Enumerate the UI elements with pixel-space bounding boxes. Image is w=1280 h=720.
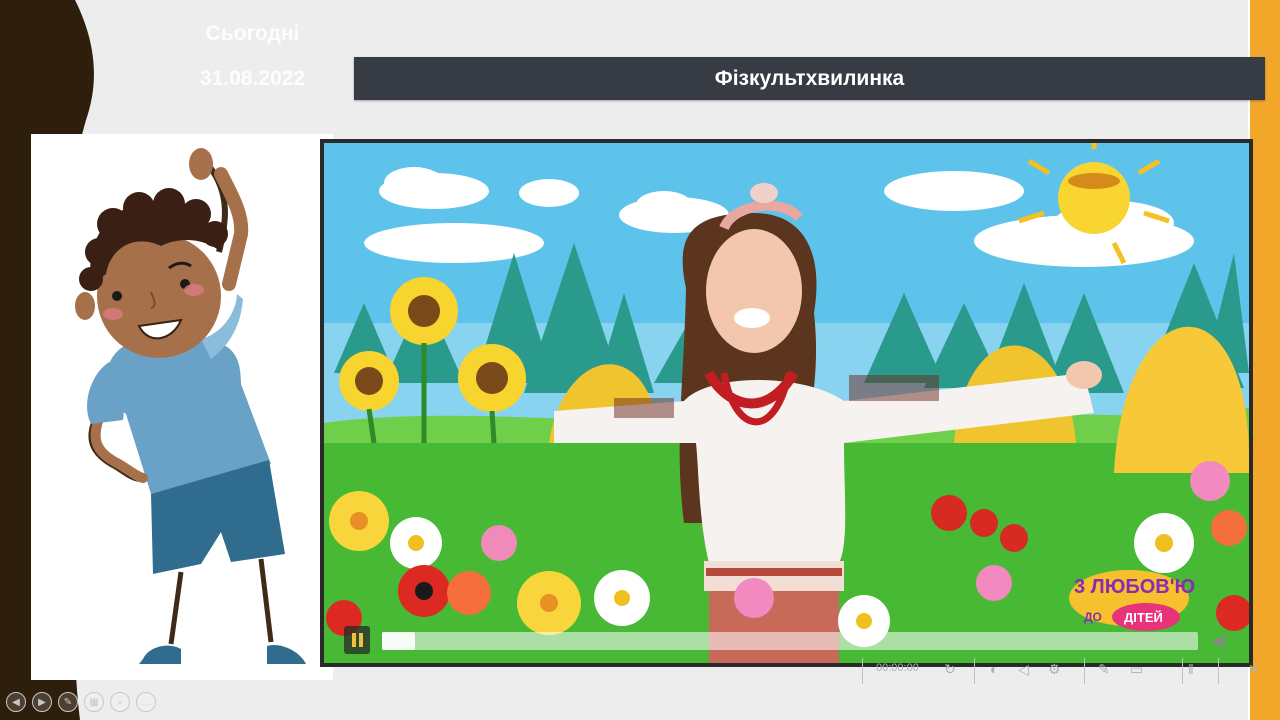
- more-icon[interactable]: …: [136, 692, 156, 712]
- video-player[interactable]: 3 ЛЮБОВ'Ю ДО ДІТЕЙ: [320, 139, 1253, 667]
- logo-text-bottom: ДІТЕЙ: [1124, 610, 1163, 625]
- close-icon[interactable]: ✕: [1248, 661, 1260, 678]
- volume-icon[interactable]: ◀): [1212, 632, 1232, 650]
- slide-title: Фізкультхвилинка: [354, 57, 1265, 100]
- right-accent-stripe: [1250, 0, 1280, 720]
- prev-icon[interactable]: ◀: [6, 692, 26, 712]
- status-divider: [1182, 658, 1183, 684]
- zoom-icon[interactable]: ⌕: [110, 692, 130, 712]
- pen-tool-icon[interactable]: ✎: [1098, 661, 1110, 678]
- boy-illustration: [31, 134, 333, 680]
- pen-icon[interactable]: ✎: [58, 692, 78, 712]
- pause-icon: [351, 633, 356, 647]
- logo-text-do: ДО: [1084, 610, 1102, 624]
- video-controls: ◀): [344, 626, 1232, 656]
- settings-icon[interactable]: ⚙: [1048, 661, 1061, 678]
- reset-icon[interactable]: ↻: [944, 661, 956, 678]
- presenter-status-strip: 00:00:00 ↻ ◐ ◁ ⚙ ✎ ▭ ‖ ✕: [862, 656, 1274, 686]
- status-divider: [974, 658, 975, 684]
- today-label: Сьогодні: [205, 22, 300, 45]
- pause-button[interactable]: [344, 626, 370, 654]
- screen-icon[interactable]: ▭: [1130, 661, 1143, 678]
- video-frame-image: 3 ЛЮБОВ'Ю ДО ДІТЕЙ: [324, 143, 1249, 663]
- status-divider: [1084, 658, 1085, 684]
- pause-small-icon[interactable]: ‖: [1188, 661, 1194, 677]
- next-icon[interactable]: ▶: [32, 692, 52, 712]
- pause-icon-bar: [358, 633, 363, 647]
- logo-text-top: 3 ЛЮБОВ'Ю: [1074, 576, 1195, 598]
- seek-bar[interactable]: [382, 632, 1198, 650]
- speaker-icon[interactable]: ◁: [1018, 661, 1029, 678]
- slides-icon[interactable]: ▦: [84, 692, 104, 712]
- status-divider: [1218, 658, 1219, 684]
- date-block: Сьогодні 31.08.2022: [170, 22, 335, 91]
- slideshow-nav: ◀ ▶ ✎ ▦ ⌕ …: [6, 692, 156, 716]
- timer-label: 00:00:00: [876, 662, 919, 674]
- status-divider: [862, 658, 863, 684]
- mic-icon[interactable]: ◐: [990, 661, 998, 677]
- date-label: 31.08.2022: [199, 67, 306, 90]
- seek-progress: [382, 632, 415, 650]
- channel-logo: 3 ЛЮБОВ'Ю ДО ДІТЕЙ: [1069, 570, 1195, 631]
